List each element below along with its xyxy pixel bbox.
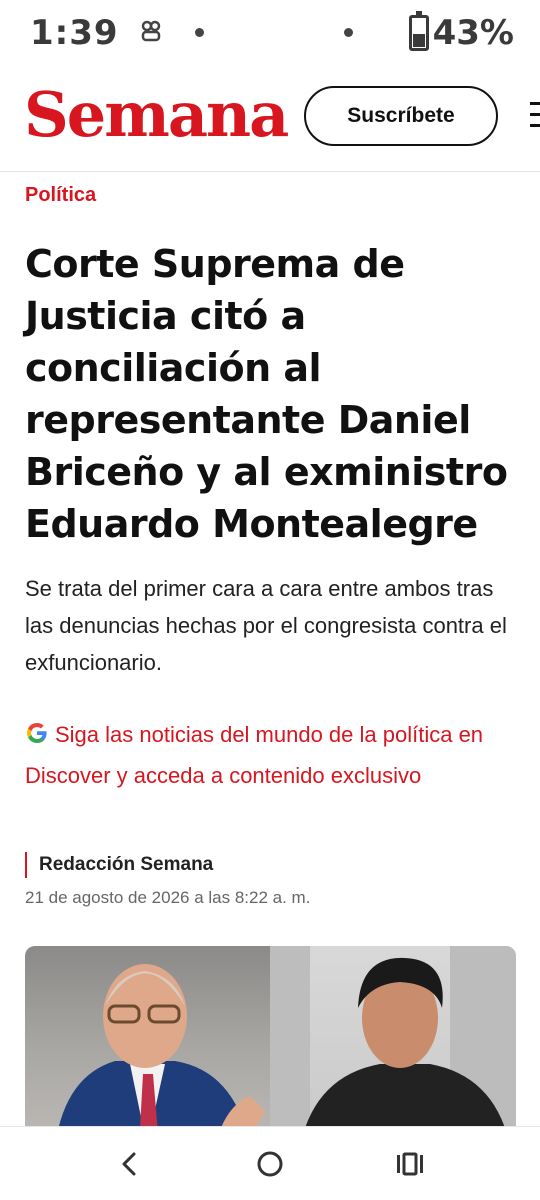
article-hero-image[interactable] (25, 946, 516, 1146)
article-headline: Corte Suprema de Justicia citó a concili… (25, 242, 508, 546)
section-label[interactable]: Política (25, 184, 96, 207)
back-icon[interactable] (100, 1134, 160, 1194)
signal-dot-icon (343, 24, 353, 42)
system-nav-bar (0, 1126, 540, 1200)
photo-briceno (270, 946, 516, 1146)
discover-link[interactable]: Siga las noticias del mundo de la políti… (25, 716, 525, 795)
status-bar: 1:39 43% (0, 0, 540, 66)
discover-text: Siga las noticias del mundo de la políti… (25, 722, 484, 788)
photo-montealegre (25, 946, 270, 1146)
site-header: Semana Suscríbete (0, 72, 540, 172)
subscribe-button[interactable]: Suscríbete (304, 86, 498, 146)
battery-percent: 43% (432, 13, 514, 53)
media-icon (141, 20, 161, 47)
google-icon (25, 719, 49, 757)
recents-icon[interactable] (380, 1134, 440, 1194)
publish-date: 21 de agosto de 2026 a las 8:22 a. m. (25, 888, 311, 907)
article-lead: Se trata del primer cara a cara entre am… (25, 576, 507, 675)
battery-icon (408, 11, 429, 51)
status-time: 1:39 (30, 13, 119, 53)
notification-dot-icon (194, 24, 204, 42)
menu-icon[interactable] (530, 102, 540, 130)
home-icon[interactable] (240, 1134, 300, 1194)
semana-logo[interactable]: Semana (24, 78, 289, 151)
author-name[interactable]: Redacción Semana (25, 852, 213, 878)
